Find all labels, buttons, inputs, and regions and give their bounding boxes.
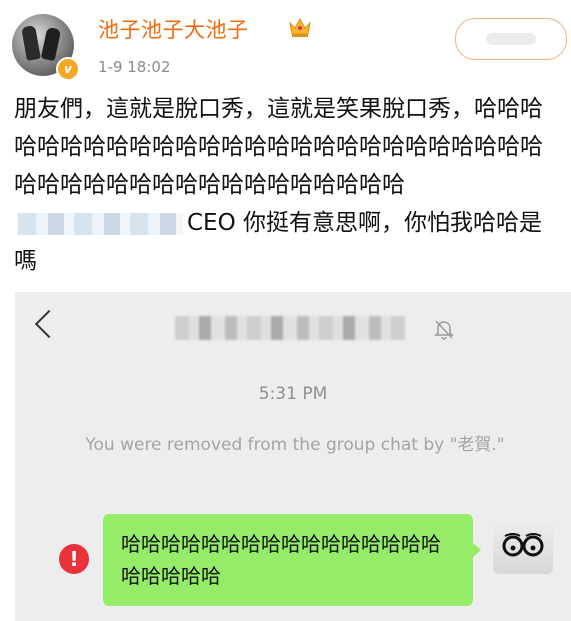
redacted-chat-title	[175, 316, 405, 340]
follow-button[interactable]	[455, 18, 567, 60]
post-text-part: 朋友們，這就是脫口秀，這就是笑果脫口秀，哈哈哈哈哈哈哈哈哈哈哈哈哈哈哈哈哈哈哈哈…	[14, 96, 543, 198]
post-body: 朋友們，這就是脫口秀，這就是笑果脫口秀，哈哈哈哈哈哈哈哈哈哈哈哈哈哈哈哈哈哈哈哈…	[14, 90, 562, 280]
mute-bell-icon	[434, 320, 454, 340]
error-icon[interactable]: !	[59, 544, 89, 574]
chat-time: 5:31 PM	[258, 384, 328, 404]
system-message: You were removed from the group chat by …	[85, 435, 505, 455]
message-bubble[interactable]: 哈哈哈哈哈哈哈哈哈哈哈哈哈哈哈哈哈哈哈哈哈	[103, 514, 481, 606]
back-arrow-icon[interactable]	[34, 309, 64, 339]
redacted-follow-label	[486, 33, 536, 45]
glasses-face-icon	[502, 533, 544, 557]
chat-screenshot: 5:31 PM You were removed from the group …	[15, 292, 571, 621]
avatar-figure	[21, 25, 41, 61]
verified-badge-icon: v	[56, 57, 80, 81]
avatar-figure	[40, 26, 62, 62]
redacted-name	[18, 212, 183, 235]
chat-avatar[interactable]	[493, 514, 553, 574]
post-timestamp: 1-9 18:02	[98, 58, 171, 76]
crown-badge-icon	[289, 17, 311, 37]
username[interactable]: 池子池子大池子	[98, 14, 249, 44]
